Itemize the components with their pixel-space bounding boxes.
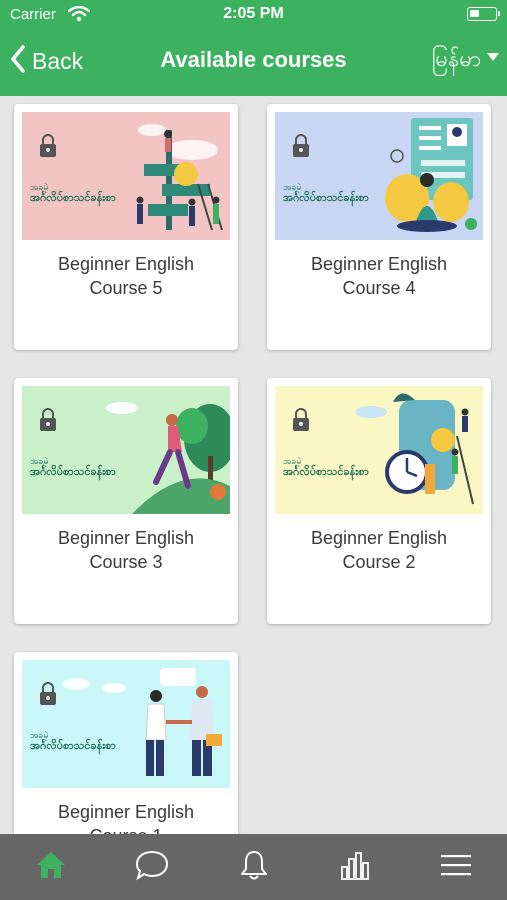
course-grid: အခမဲ့ အင်္ဂလိပ်စာသင်ခန်းစာ Beginner Engl… — [0, 96, 507, 834]
brand-line-2: အင်္ဂလိပ်စာသင်ခန်းစာ — [283, 466, 369, 478]
lock-icon — [38, 134, 58, 163]
course-title-line-2: Course 5 — [89, 278, 163, 298]
battery-icon — [467, 7, 500, 21]
course-card-1[interactable]: အခမဲ့ အင်္ဂလိပ်စာသင်ခန်းစာ Beginner Engl… — [14, 652, 238, 834]
course-brand: အခမဲ့ အင်္ဂလိပ်စာသင်ခန်းစာ — [30, 730, 116, 752]
course-card-5[interactable]: အခမဲ့ အင်္ဂလိပ်စာသင်ခန်းစာ Beginner Engl… — [14, 104, 238, 350]
course-brand: အခမဲ့ အင်္ဂလိပ်စာသင်ခန်းစာ — [30, 456, 116, 478]
course-title-line-1: Beginner English — [57, 528, 195, 548]
brand-line-2: အင်္ဂလိပ်စာသင်ခန်းစာ — [283, 192, 369, 204]
tab-chat[interactable] — [101, 834, 202, 900]
course-title: Beginner English Course 5 — [22, 252, 230, 300]
course-brand: အခမဲ့ အင်္ဂလိပ်စာသင်ခန်းစာ — [30, 182, 116, 204]
caret-down-icon[interactable] — [487, 48, 499, 66]
home-icon — [35, 850, 67, 885]
course-thumbnail: အခမဲ့ အင်္ဂလိပ်စာသင်ခန်းစာ — [22, 112, 230, 240]
menu-icon — [440, 853, 472, 882]
navigation-bar: Back Available courses မြန်မာ — [0, 30, 507, 96]
lock-icon — [38, 408, 58, 437]
status-bar: Carrier 2:05 PM — [0, 0, 507, 30]
brand-line-2: အင်္ဂလိပ်စာသင်ခန်းစာ — [30, 466, 116, 478]
course-title: Beginner English Course 4 — [275, 252, 483, 300]
course-title: Beginner English Course 3 — [22, 526, 230, 574]
course-card-3[interactable]: အခမဲ့ အင်္ဂလိပ်စာသင်ခန်းစာ Beginner Engl… — [14, 378, 238, 624]
course-title-line-2: Course 1 — [22, 824, 230, 834]
course-card-2[interactable]: အခမဲ့ အင်္ဂလိပ်စာသင်ခန်းစာ Beginner Engl… — [267, 378, 491, 624]
brand-line-2: အင်္ဂလိပ်စာသင်ခန်းစာ — [30, 192, 116, 204]
course-title: Beginner English Course 1 — [22, 800, 230, 834]
course-thumbnail: အခမဲ့ အင်္ဂလိပ်စာသင်ခန်းစာ — [275, 386, 483, 514]
course-title-line-1: Beginner English — [57, 254, 195, 274]
course-title-line-1: Beginner English — [57, 802, 195, 822]
course-brand: အခမဲ့ အင်္ဂလိပ်စာသင်ခန်းစာ — [283, 182, 369, 204]
course-card-4[interactable]: အခမဲ့ အင်္ဂလိပ်စာသင်ခန်းစာ Beginner Engl… — [267, 104, 491, 350]
course-brand: အခမဲ့ အင်္ဂလိပ်စာသင်ခန်းစာ — [283, 456, 369, 478]
chat-icon — [134, 849, 170, 886]
clock: 2:05 PM — [223, 5, 284, 22]
tab-notifications[interactable] — [203, 834, 304, 900]
brand-line-2: အင်္ဂလိပ်စာသင်ခန်းစာ — [30, 740, 116, 752]
course-thumbnail: အခမဲ့ အင်္ဂလိပ်စာသင်ခန်းစာ — [22, 660, 230, 788]
course-title-line-2: Course 2 — [342, 552, 416, 572]
tab-home[interactable] — [0, 834, 101, 900]
course-title-line-2: Course 4 — [342, 278, 416, 298]
course-title-line-2: Course 3 — [89, 552, 163, 572]
lock-icon — [38, 682, 58, 711]
lock-icon — [291, 134, 311, 163]
course-title: Beginner English Course 2 — [275, 526, 483, 574]
tab-bar — [0, 834, 507, 900]
tab-progress[interactable] — [304, 834, 405, 900]
course-title-line-1: Beginner English — [310, 254, 448, 274]
app-header: Carrier 2:05 PM Back Available courses မ… — [0, 0, 507, 96]
language-selector[interactable]: မြန်မာ — [432, 44, 481, 77]
bell-icon — [239, 849, 269, 886]
tab-menu[interactable] — [406, 834, 507, 900]
course-title-line-1: Beginner English — [310, 528, 448, 548]
course-thumbnail: အခမဲ့ အင်္ဂလိပ်စာသင်ခန်းစာ — [275, 112, 483, 240]
bar-chart-icon — [339, 849, 371, 886]
course-thumbnail: အခမဲ့ အင်္ဂလိပ်စာသင်ခန်းစာ — [22, 386, 230, 514]
lock-icon — [291, 408, 311, 437]
